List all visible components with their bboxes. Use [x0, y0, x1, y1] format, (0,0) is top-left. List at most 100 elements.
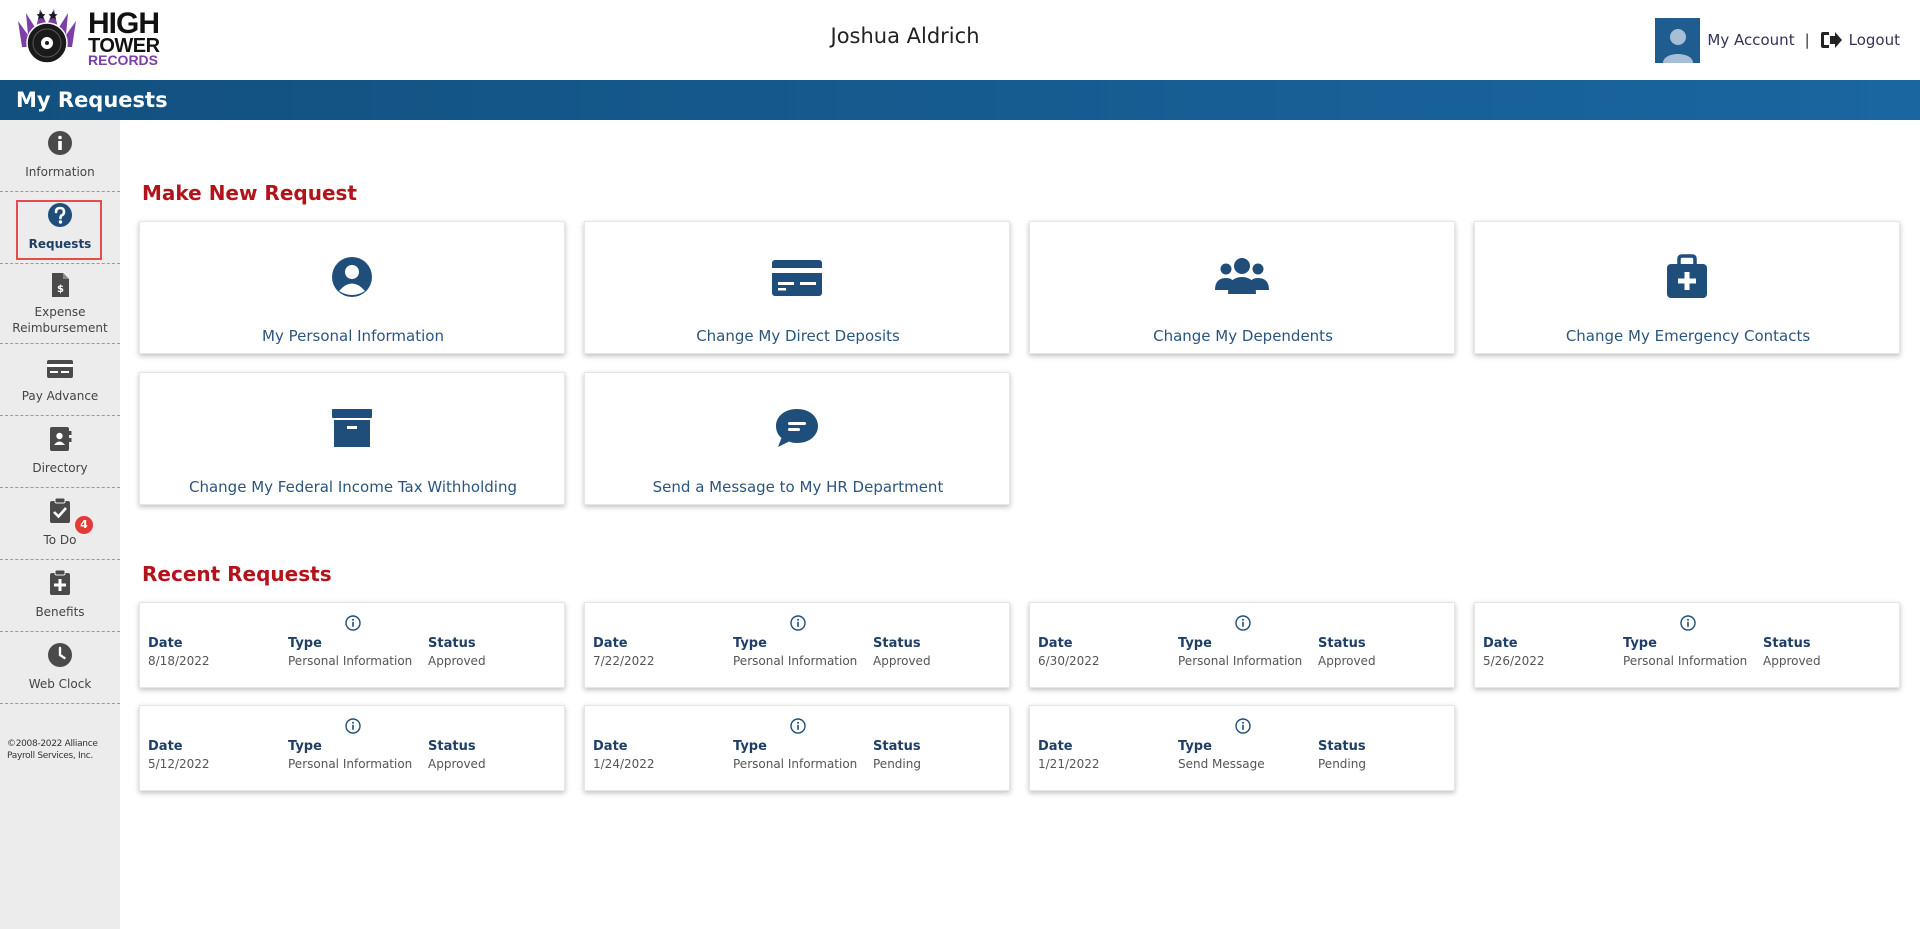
sidebar-item-pay-advance[interactable]: Pay Advance	[0, 344, 120, 416]
status-header: Status	[428, 739, 476, 754]
page-title: My Requests	[16, 88, 168, 112]
sidebar-item-label: To Do	[43, 533, 77, 547]
user-circle-icon	[332, 257, 372, 297]
recent-request-card[interactable]: Date 8/18/2022 Type Personal Information S…	[139, 602, 565, 688]
recent-request-card[interactable]: Date 5/26/2022 Type Personal Information S…	[1474, 602, 1900, 688]
date-header: Date	[148, 636, 183, 651]
date-header: Date	[148, 739, 183, 754]
type-header: Type	[1178, 739, 1212, 754]
request-date: 5/12/2022	[148, 757, 210, 771]
page-title-bar: My Requests	[0, 80, 1920, 120]
request-card-label: Send a Message to My HR Department	[652, 478, 944, 496]
my-account-link[interactable]: My Account	[1707, 31, 1794, 49]
logo-text-records: RECORDS	[88, 52, 159, 68]
top-header: HIGH TOWER RECORDS Joshua Aldrich My Acc…	[0, 0, 1920, 80]
type-header: Type	[288, 636, 322, 651]
request-date: 1/21/2022	[1038, 757, 1100, 771]
type-header: Type	[1623, 636, 1657, 651]
date-header: Date	[593, 636, 628, 651]
svg-text:$: $	[57, 284, 64, 295]
medical-kit-icon	[1667, 254, 1707, 298]
request-card-federal-tax-withholding[interactable]: Change My Federal Income Tax Withholding	[139, 372, 565, 505]
request-date: 8/18/2022	[148, 654, 210, 668]
company-logo[interactable]: HIGH TOWER RECORDS	[10, 3, 170, 69]
header-separator: |	[1804, 31, 1810, 49]
avatar[interactable]	[1655, 17, 1701, 63]
type-header: Type	[733, 636, 767, 651]
sidebar-item-to-do[interactable]: To Do	[0, 488, 120, 560]
copyright-text: ©2008-2022 Alliance Payroll Services, In…	[7, 739, 98, 761]
make-new-request-title: Make New Request	[142, 181, 357, 205]
info-circle-icon[interactable]	[1680, 615, 1696, 631]
sidebar-item-label: Pay Advance	[21, 389, 99, 403]
info-circle-icon[interactable]	[1235, 615, 1251, 631]
recent-request-card[interactable]: Date 1/21/2022 Type Send Message Status Pen…	[1029, 705, 1455, 791]
request-type: Personal Information	[1178, 654, 1303, 668]
request-card-label: Change My Dependents	[1153, 327, 1333, 345]
active-selection-outline	[16, 200, 102, 260]
request-type: Personal Information	[733, 757, 858, 771]
recent-request-card[interactable]: Date 6/30/2022 Type Personal Information S…	[1029, 602, 1455, 688]
status-header: Status	[873, 636, 921, 651]
archive-box-icon	[332, 409, 372, 447]
status-header: Status	[428, 636, 476, 651]
request-card-label: My Personal Information	[262, 327, 444, 345]
sidebar-item-benefits[interactable]: Benefits	[0, 560, 120, 632]
request-card-direct-deposits[interactable]: Change My Direct Deposits	[584, 221, 1010, 354]
sidebar-item-information[interactable]: Information	[0, 120, 120, 192]
request-date: 1/24/2022	[593, 757, 655, 771]
request-status: Pending	[1318, 757, 1366, 771]
address-book-icon	[50, 427, 72, 451]
logout-icon[interactable]	[1820, 30, 1842, 50]
info-circle-icon[interactable]	[790, 615, 806, 631]
sidebar-item-expense-reimbursement[interactable]: $ Expense Reimbursement	[0, 264, 120, 344]
clipboard-check-icon	[50, 498, 70, 523]
recent-request-card[interactable]: Date 7/22/2022 Type Personal Information S…	[584, 602, 1010, 688]
chat-bubble-icon	[776, 409, 818, 447]
date-header: Date	[1483, 636, 1518, 651]
request-type: Personal Information	[288, 654, 413, 668]
info-icon	[48, 131, 72, 155]
info-circle-icon[interactable]	[345, 718, 361, 734]
date-header: Date	[1038, 739, 1073, 754]
request-type: Personal Information	[733, 654, 858, 668]
request-card-personal-information[interactable]: My Personal Information	[139, 221, 565, 354]
recent-requests-title: Recent Requests	[142, 562, 332, 586]
info-circle-icon[interactable]	[345, 615, 361, 631]
request-date: 5/26/2022	[1483, 654, 1545, 668]
status-header: Status	[1318, 739, 1366, 754]
date-header: Date	[1038, 636, 1073, 651]
request-card-emergency-contacts[interactable]: Change My Emergency Contacts	[1474, 221, 1900, 354]
clock-icon	[48, 643, 72, 667]
type-header: Type	[1178, 636, 1212, 651]
bank-card-icon	[772, 260, 822, 296]
user-silhouette-icon	[1662, 28, 1693, 63]
vinyl-record-icon	[18, 9, 76, 64]
user-name: Joshua Aldrich	[830, 24, 980, 48]
sidebar-item-directory[interactable]: Directory	[0, 416, 120, 488]
date-header: Date	[593, 739, 628, 754]
account-area: My Account | Logout	[1655, 17, 1900, 63]
recent-request-card[interactable]: Date 1/24/2022 Type Personal Information S…	[584, 705, 1010, 791]
request-card-dependents[interactable]: Change My Dependents	[1029, 221, 1455, 354]
request-status: Approved	[428, 757, 486, 771]
request-status: Approved	[873, 654, 931, 668]
info-circle-icon[interactable]	[1235, 718, 1251, 734]
sidebar-item-label: Web Clock	[28, 677, 92, 691]
request-type: Send Message	[1178, 757, 1265, 771]
sidebar-item-web-clock[interactable]: Web Clock	[0, 632, 120, 704]
request-status: Approved	[428, 654, 486, 668]
request-date: 6/30/2022	[1038, 654, 1100, 668]
logout-link[interactable]: Logout	[1849, 31, 1900, 49]
request-date: 7/22/2022	[593, 654, 655, 668]
request-card-label: Change My Emergency Contacts	[1565, 327, 1811, 345]
request-card-message-hr[interactable]: Send a Message to My HR Department	[584, 372, 1010, 505]
sidebar-item-label: Directory	[32, 461, 88, 475]
recent-request-card[interactable]: Date 5/12/2022 Type Personal Information S…	[139, 705, 565, 791]
clipboard-plus-icon	[50, 570, 70, 595]
request-type: Personal Information	[288, 757, 413, 771]
expense-document-icon: $	[52, 273, 69, 297]
status-header: Status	[873, 739, 921, 754]
info-circle-icon[interactable]	[790, 718, 806, 734]
sidebar-item-label: Expense Reimbursement	[12, 305, 108, 335]
